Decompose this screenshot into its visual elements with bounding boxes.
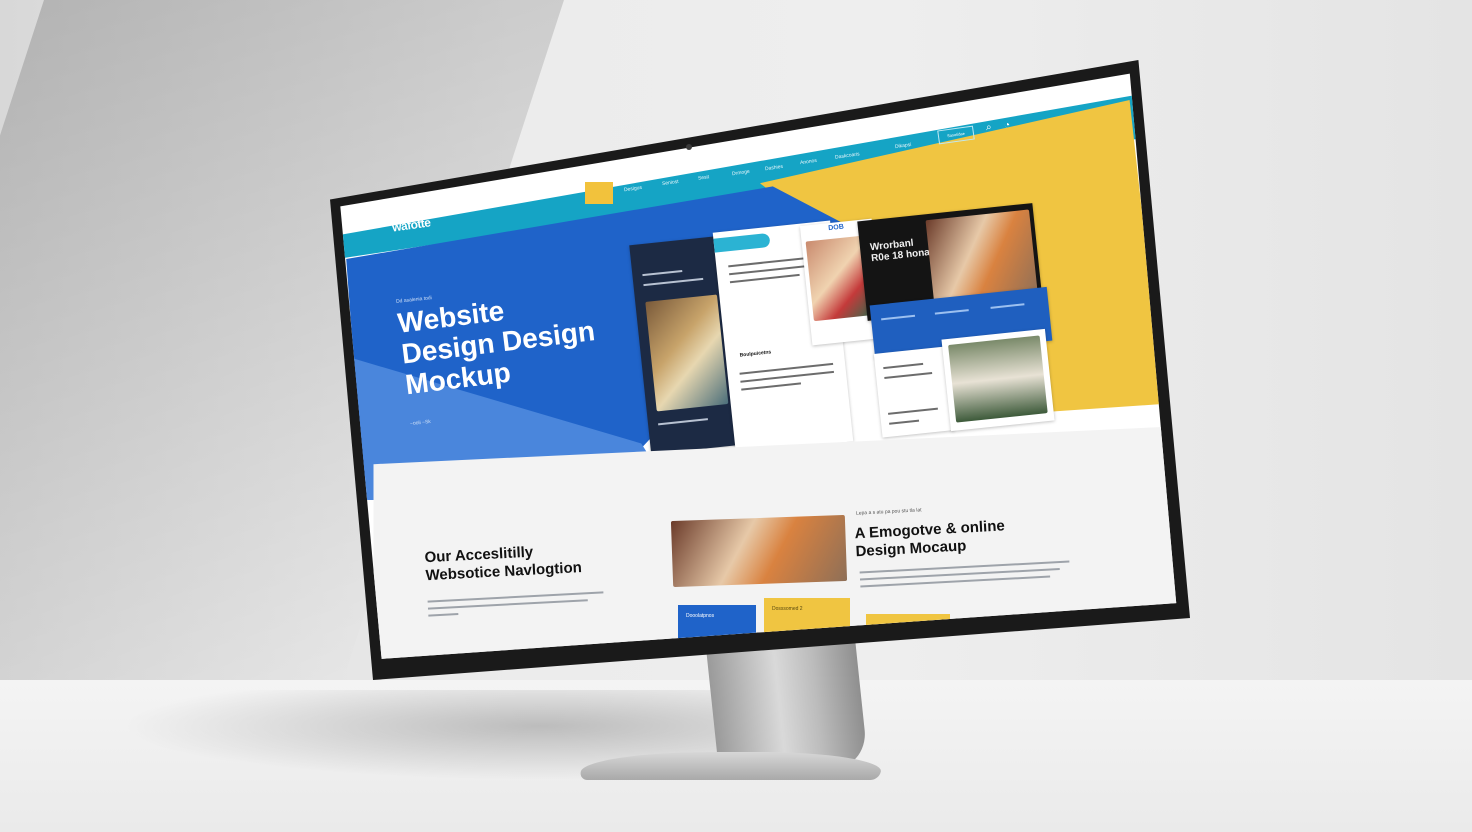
mockup-page-portrait bbox=[941, 328, 1055, 432]
text-line bbox=[881, 314, 916, 321]
text-line bbox=[889, 419, 920, 425]
lower-blue-tile[interactable]: Dooolatpnos bbox=[678, 605, 756, 645]
text-line bbox=[888, 407, 938, 415]
feature-title: Wrorbanl R0e 18 hona bbox=[869, 237, 931, 265]
search-icon[interactable]: ⌕ bbox=[986, 122, 992, 133]
text-line bbox=[884, 372, 933, 380]
lower-feature-photo bbox=[670, 514, 848, 588]
article-tag bbox=[713, 232, 771, 253]
monitor-stand-neck bbox=[705, 640, 869, 770]
text-line bbox=[741, 382, 802, 391]
food-photo bbox=[645, 294, 729, 412]
blue-tile-label: Dooolatpnos bbox=[686, 613, 715, 619]
text-line bbox=[642, 269, 683, 277]
lower-yellow-button[interactable] bbox=[866, 614, 950, 638]
portrait-photo bbox=[948, 335, 1048, 423]
page-tag: DOB bbox=[827, 223, 845, 233]
text-line bbox=[883, 362, 924, 370]
article-heading: Boulpuicetns bbox=[739, 349, 772, 359]
text-line bbox=[934, 309, 969, 315]
text-line bbox=[990, 303, 1025, 309]
yellow-tile-label: Dosssomed 2 bbox=[772, 606, 803, 612]
text-line bbox=[729, 273, 800, 284]
user-icon[interactable]: ◔ bbox=[1004, 120, 1010, 131]
monitor-stand-base bbox=[579, 752, 885, 780]
lower-yellow-tile[interactable]: Dosssomed 2 bbox=[764, 598, 850, 638]
nav-active-item[interactable] bbox=[585, 182, 613, 204]
mockup-page-list bbox=[873, 346, 955, 438]
text-line bbox=[658, 418, 708, 426]
text-line bbox=[643, 277, 704, 287]
monitor-camera bbox=[686, 144, 692, 150]
text-line bbox=[428, 613, 459, 617]
